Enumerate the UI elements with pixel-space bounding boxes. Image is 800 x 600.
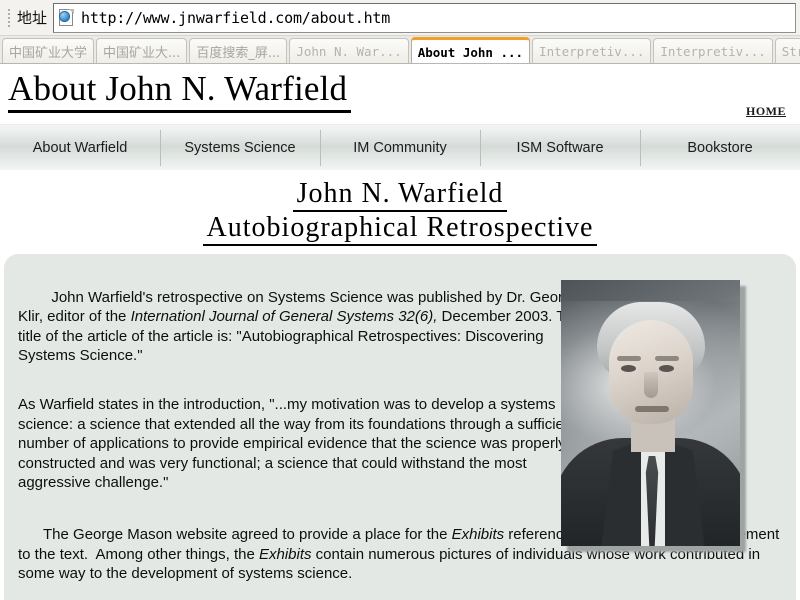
paragraph-1: John Warfield's retrospective on Systems… [18, 268, 596, 385]
browser-tab[interactable]: 中国矿业大学 [2, 38, 95, 63]
nav-item-ism-software[interactable]: ISM Software [480, 129, 640, 166]
browser-tab-label: 中国矿业大... [103, 45, 181, 61]
paragraph-2: As Warfield states in the introduction, … [18, 396, 577, 491]
browser-tab-label: 百度搜索_屏... [196, 45, 281, 61]
browser-tab[interactable]: John N. War... [289, 38, 409, 63]
nav-item-systems-science[interactable]: Systems Science [160, 129, 320, 166]
browser-tab[interactable]: 百度搜索_屏... [189, 38, 288, 63]
nav-item-about-warfield[interactable]: About Warfield [0, 139, 160, 157]
main-navigation: About Warfield Systems Science IM Communit… [0, 124, 800, 170]
article-heading-line-2: Autobiographical Retrospective [202, 212, 598, 246]
tab-strip: 中国矿业大学 中国矿业大... 百度搜索_屏... John N. War... Abo… [0, 36, 800, 64]
paragraph-3-exhibits-2: Exhibits [258, 545, 312, 563]
browser-tab[interactable]: 中国矿业大... [96, 38, 188, 63]
content-card: John Warfield's retrospective on Systems… [4, 254, 796, 600]
toolbar-grip-handle[interactable] [5, 7, 13, 29]
article-heading-line-1: John N. Warfield [292, 178, 508, 212]
browser-tab-label: About John ... [417, 44, 524, 60]
browser-tab-label: Interpretiv... [660, 43, 766, 59]
nav-item-label: Bookstore [687, 139, 753, 156]
address-input[interactable]: http://www.jnwarfield.com/about.htm [53, 2, 796, 33]
nav-item-label: Systems Science [184, 139, 296, 156]
browser-tab[interactable]: Interpretiv... [532, 38, 652, 63]
browser-tab-label: John N. War... [296, 43, 402, 59]
browser-tab-label: Interpretiv... [539, 43, 645, 59]
page-globe-icon [58, 8, 76, 27]
nav-item-im-community[interactable]: IM Community [320, 129, 480, 166]
article-heading: John N. Warfield Autobiographical Retros… [0, 170, 800, 248]
browser-chrome: 地址 http://www.jnwarfield.com/about.htm 中… [0, 0, 800, 64]
browser-tab-label: 中国矿业大学 [9, 45, 88, 61]
site-title: About John N. Warfield [8, 68, 352, 113]
browser-tab-active[interactable]: About John ... [410, 37, 531, 63]
address-bar-row: 地址 http://www.jnwarfield.com/about.htm [0, 0, 800, 36]
address-url-text: http://www.jnwarfield.com/about.htm [81, 8, 391, 27]
portrait-photo [561, 280, 740, 546]
paragraph-1-journal-title: Internationl Journal of General Systems … [130, 308, 438, 325]
nav-item-label: ISM Software [516, 139, 604, 156]
nav-item-label: IM Community [353, 139, 447, 156]
nav-item-bookstore[interactable]: Bookstore [640, 129, 800, 166]
paragraph-3-part-1: The George Mason website agreed to provi… [43, 526, 452, 543]
site-header: About John N. Warfield HOME [0, 64, 800, 124]
browser-tab-label: Str [781, 43, 800, 59]
home-link[interactable]: HOME [746, 104, 786, 119]
web-page: About John N. Warfield HOME About Warfie… [0, 64, 800, 600]
nav-item-label: About Warfield [32, 139, 128, 156]
paragraph-3-exhibits-1: Exhibits [451, 526, 505, 543]
browser-tab[interactable]: Str [774, 38, 800, 63]
content-text-column: John Warfield's retrospective on Systems… [18, 268, 596, 493]
portrait-figure [561, 280, 746, 552]
browser-tab[interactable]: Interpretiv... [653, 38, 773, 63]
address-bar-label: 地址 [17, 9, 48, 27]
